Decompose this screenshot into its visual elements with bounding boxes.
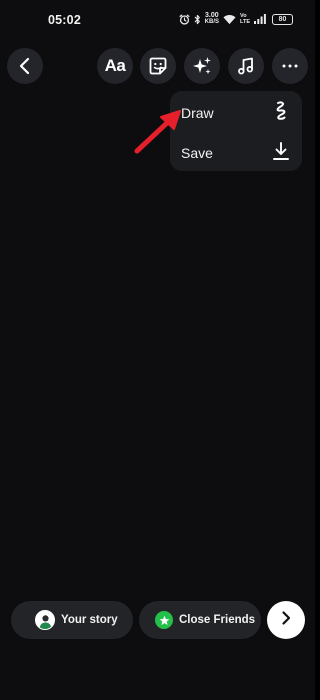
more-options-menu: Draw Save bbox=[170, 91, 302, 171]
more-horizontal-icon bbox=[282, 64, 298, 68]
sticker-button[interactable] bbox=[140, 48, 176, 84]
red-arrow-annotation bbox=[132, 108, 184, 161]
next-button[interactable] bbox=[267, 601, 305, 639]
download-icon bbox=[272, 141, 290, 166]
scribble-icon bbox=[272, 100, 290, 127]
your-story-button[interactable]: Your story bbox=[11, 601, 133, 639]
music-note-icon bbox=[236, 56, 256, 76]
menu-item-draw[interactable]: Draw bbox=[170, 93, 302, 133]
chevron-left-icon bbox=[18, 57, 32, 75]
network-speed-unit: KB/S bbox=[204, 19, 220, 25]
alarm-icon bbox=[179, 14, 190, 25]
status-time: 05:02 bbox=[48, 13, 81, 27]
text-tool-button[interactable]: Aa bbox=[97, 48, 133, 84]
back-button[interactable] bbox=[7, 48, 43, 84]
your-story-label: Your story bbox=[61, 614, 118, 626]
star-icon bbox=[155, 611, 173, 629]
status-icons: 3.00 KB/S Vo LTE 80 bbox=[179, 12, 293, 26]
chevron-right-icon bbox=[280, 610, 292, 631]
menu-item-label: Save bbox=[181, 145, 213, 161]
effects-button[interactable] bbox=[184, 48, 220, 84]
music-button[interactable] bbox=[228, 48, 264, 84]
text-tool-label: Aa bbox=[104, 56, 126, 75]
avatar bbox=[35, 610, 55, 630]
more-options-button[interactable] bbox=[272, 48, 308, 84]
bluetooth-icon bbox=[194, 14, 201, 25]
volte-line2: LTE bbox=[240, 19, 250, 25]
close-friends-button[interactable]: Close Friends bbox=[139, 601, 261, 639]
close-friends-label: Close Friends bbox=[179, 614, 256, 626]
signal-icon bbox=[254, 14, 266, 24]
story-editor-screen: 05:02 3.00 KB/S Vo LTE 80 Aa Draw Save Y… bbox=[0, 0, 315, 700]
menu-item-label: Draw bbox=[181, 105, 214, 121]
volte-indicator: Vo LTE bbox=[240, 13, 250, 25]
wifi-icon bbox=[223, 14, 236, 25]
sticker-icon bbox=[148, 56, 168, 76]
sparkles-icon bbox=[191, 55, 213, 77]
menu-item-save[interactable]: Save bbox=[170, 133, 302, 173]
status-bar: 05:02 3.00 KB/S Vo LTE 80 bbox=[0, 0, 315, 40]
battery-icon: 80 bbox=[272, 13, 293, 25]
network-speed: 3.00 KB/S bbox=[204, 12, 220, 25]
